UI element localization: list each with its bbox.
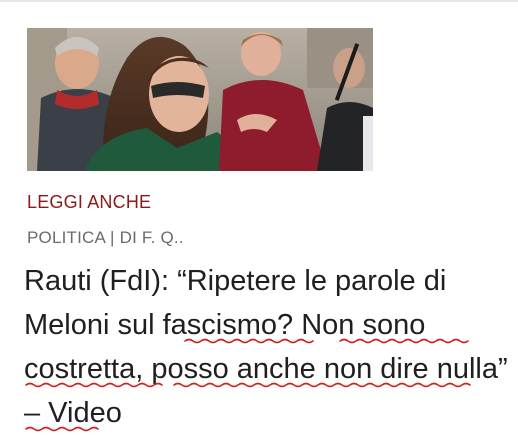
article-thumbnail[interactable] <box>27 28 373 171</box>
thumbnail-image <box>27 28 373 171</box>
top-divider <box>0 0 518 2</box>
article-headline[interactable]: Rauti (FdI): “Ripetere le parole di Melo… <box>24 259 514 435</box>
section-label: LEGGI ANCHE <box>27 192 152 212</box>
article-meta[interactable]: POLITICA | DI F. Q.. <box>27 227 184 249</box>
